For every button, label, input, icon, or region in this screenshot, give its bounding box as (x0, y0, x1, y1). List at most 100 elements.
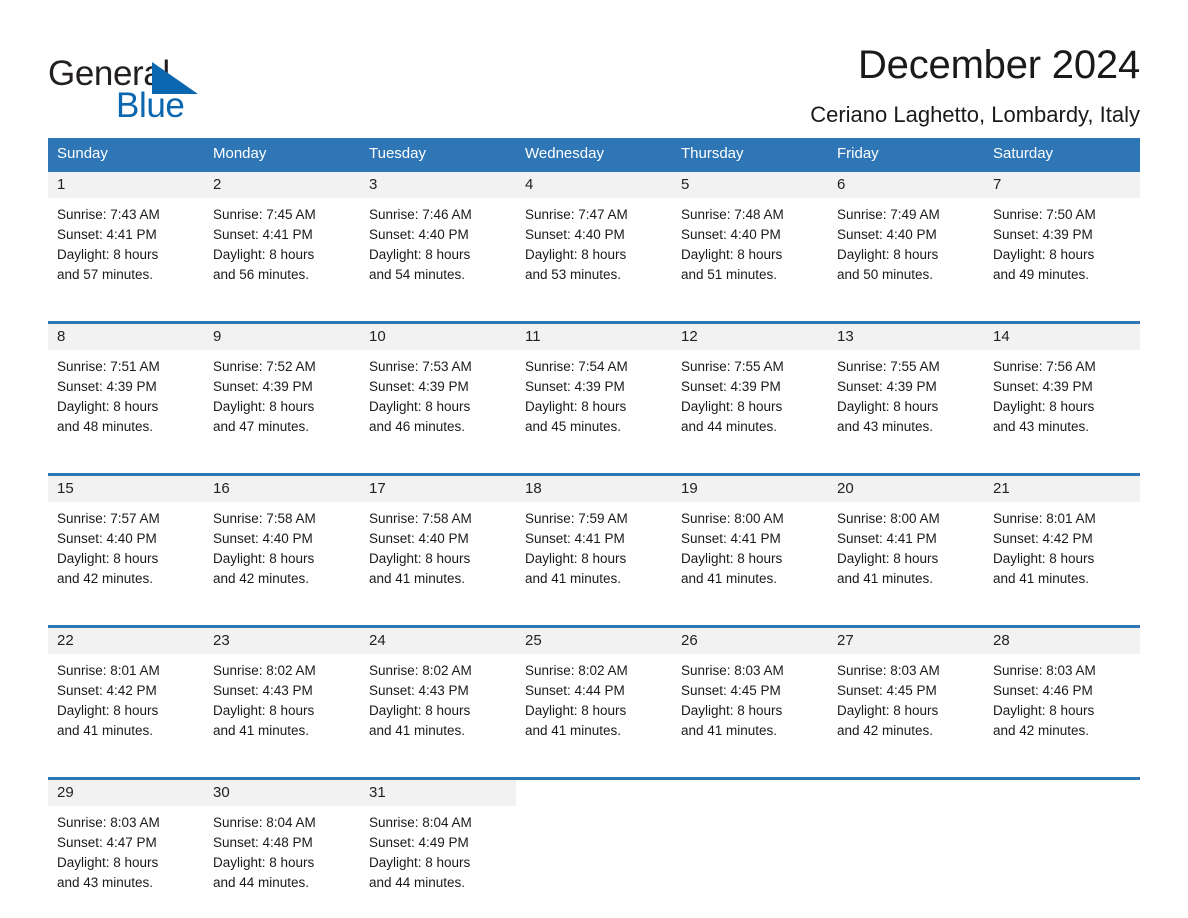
day-daylight2-text: and 41 minutes. (369, 571, 466, 586)
day-cell[interactable]: Sunrise: 7:48 AM Sunset: 4:40 PM Daylight:… (672, 198, 828, 307)
day-number[interactable]: 26 (672, 628, 828, 654)
day-number[interactable]: 22 (48, 628, 204, 654)
day-cell[interactable]: Sunrise: 8:03 AM Sunset: 4:47 PM Daylight:… (48, 806, 204, 915)
day-cell[interactable]: Sunrise: 7:43 AM Sunset: 4:41 PM Daylight:… (48, 198, 204, 307)
day-number[interactable]: 4 (516, 172, 672, 198)
day-daylight2-text: and 45 minutes. (525, 419, 622, 434)
day-number[interactable]: 1 (48, 172, 204, 198)
day-sunrise-text: Sunrise: 7:46 AM (369, 207, 472, 222)
day-daylight1-text: Daylight: 8 hours (525, 399, 627, 414)
day-sunset-text: Sunset: 4:40 PM (57, 531, 157, 546)
day-daylight2-text: and 42 minutes. (993, 723, 1090, 738)
logo-text-blue: Blue (116, 86, 185, 125)
day-number[interactable]: 25 (516, 628, 672, 654)
day-sunrise-text: Sunrise: 8:02 AM (525, 663, 628, 678)
day-sunset-text: Sunset: 4:46 PM (993, 683, 1093, 698)
day-sunrise-text: Sunrise: 8:04 AM (213, 815, 316, 830)
day-daylight1-text: Daylight: 8 hours (57, 703, 159, 718)
day-daylight1-text: Daylight: 8 hours (681, 551, 783, 566)
day-daylight2-text: and 41 minutes. (57, 723, 154, 738)
day-cell[interactable]: Sunrise: 7:53 AM Sunset: 4:39 PM Daylight:… (360, 350, 516, 459)
day-sunset-text: Sunset: 4:40 PM (525, 227, 625, 242)
day-cell[interactable]: Sunrise: 7:52 AM Sunset: 4:39 PM Daylight:… (204, 350, 360, 459)
day-daylight2-text: and 42 minutes. (837, 723, 934, 738)
day-number[interactable]: 28 (984, 628, 1140, 654)
day-number[interactable]: 17 (360, 476, 516, 502)
day-daylight1-text: Daylight: 8 hours (837, 247, 939, 262)
day-cell[interactable]: Sunrise: 7:58 AM Sunset: 4:40 PM Daylight:… (204, 502, 360, 611)
day-cell[interactable]: Sunrise: 8:01 AM Sunset: 4:42 PM Daylight:… (48, 654, 204, 763)
day-cell[interactable]: Sunrise: 8:02 AM Sunset: 4:44 PM Daylight:… (516, 654, 672, 763)
day-number[interactable]: 10 (360, 324, 516, 350)
day-sunset-text: Sunset: 4:40 PM (837, 227, 937, 242)
day-number[interactable]: 24 (360, 628, 516, 654)
day-number[interactable]: 12 (672, 324, 828, 350)
day-number[interactable]: 30 (204, 780, 360, 806)
day-number[interactable]: 19 (672, 476, 828, 502)
day-daylight2-text: and 57 minutes. (57, 267, 154, 282)
calendar-page: General Blue December 2024 Ceriano Laghe… (0, 0, 1188, 918)
day-sunset-text: Sunset: 4:45 PM (681, 683, 781, 698)
day-daylight1-text: Daylight: 8 hours (681, 703, 783, 718)
day-number[interactable]: 31 (360, 780, 516, 806)
day-cell[interactable]: Sunrise: 8:04 AM Sunset: 4:49 PM Daylight:… (360, 806, 516, 915)
dow-header-sunday: Sunday (57, 145, 108, 162)
day-sunset-text: Sunset: 4:43 PM (213, 683, 313, 698)
day-number[interactable]: 15 (48, 476, 204, 502)
day-cell[interactable]: Sunrise: 7:46 AM Sunset: 4:40 PM Daylight:… (360, 198, 516, 307)
day-number[interactable]: 20 (828, 476, 984, 502)
day-number-empty (984, 780, 1140, 806)
week-daynumber-row: 29 30 31 (48, 780, 1140, 806)
day-number[interactable]: 27 (828, 628, 984, 654)
day-cell[interactable]: Sunrise: 7:57 AM Sunset: 4:40 PM Daylight:… (48, 502, 204, 611)
day-number[interactable]: 23 (204, 628, 360, 654)
day-sunrise-text: Sunrise: 8:04 AM (369, 815, 472, 830)
day-cell[interactable]: Sunrise: 8:01 AM Sunset: 4:42 PM Daylight:… (984, 502, 1140, 611)
day-cell[interactable]: Sunrise: 8:02 AM Sunset: 4:43 PM Daylight:… (204, 654, 360, 763)
day-number[interactable]: 14 (984, 324, 1140, 350)
day-daylight2-text: and 41 minutes. (525, 571, 622, 586)
day-cell[interactable]: Sunrise: 7:55 AM Sunset: 4:39 PM Daylight:… (672, 350, 828, 459)
day-daylight1-text: Daylight: 8 hours (525, 703, 627, 718)
day-number[interactable]: 8 (48, 324, 204, 350)
day-cell[interactable]: Sunrise: 7:56 AM Sunset: 4:39 PM Daylight:… (984, 350, 1140, 459)
day-daylight2-text: and 44 minutes. (681, 419, 778, 434)
day-number[interactable]: 13 (828, 324, 984, 350)
week-daynumber-row: 22 23 24 25 26 27 28 (48, 628, 1140, 654)
day-cell[interactable]: Sunrise: 7:54 AM Sunset: 4:39 PM Daylight:… (516, 350, 672, 459)
day-daylight1-text: Daylight: 8 hours (57, 855, 159, 870)
day-cell[interactable]: Sunrise: 7:50 AM Sunset: 4:39 PM Daylight:… (984, 198, 1140, 307)
day-sunrise-text: Sunrise: 7:48 AM (681, 207, 784, 222)
day-cell[interactable]: Sunrise: 8:02 AM Sunset: 4:43 PM Daylight:… (360, 654, 516, 763)
day-number[interactable]: 29 (48, 780, 204, 806)
day-cell[interactable]: Sunrise: 8:00 AM Sunset: 4:41 PM Daylight:… (672, 502, 828, 611)
day-number[interactable]: 2 (204, 172, 360, 198)
day-cell[interactable]: Sunrise: 7:59 AM Sunset: 4:41 PM Daylight:… (516, 502, 672, 611)
day-daylight1-text: Daylight: 8 hours (681, 247, 783, 262)
day-cell[interactable]: Sunrise: 7:47 AM Sunset: 4:40 PM Daylight:… (516, 198, 672, 307)
day-cell[interactable]: Sunrise: 7:49 AM Sunset: 4:40 PM Daylight:… (828, 198, 984, 307)
week-detail-row: Sunrise: 7:51 AM Sunset: 4:39 PM Daylight:… (48, 350, 1140, 459)
day-daylight1-text: Daylight: 8 hours (993, 551, 1095, 566)
day-cell[interactable]: Sunrise: 8:03 AM Sunset: 4:45 PM Daylight:… (828, 654, 984, 763)
day-number[interactable]: 5 (672, 172, 828, 198)
week-daynumber-row: 15 16 17 18 19 20 21 (48, 476, 1140, 502)
day-cell[interactable]: Sunrise: 8:04 AM Sunset: 4:48 PM Daylight:… (204, 806, 360, 915)
day-number[interactable]: 9 (204, 324, 360, 350)
day-number[interactable]: 21 (984, 476, 1140, 502)
day-number[interactable]: 11 (516, 324, 672, 350)
day-number[interactable]: 6 (828, 172, 984, 198)
day-daylight1-text: Daylight: 8 hours (369, 247, 471, 262)
day-cell[interactable]: Sunrise: 7:51 AM Sunset: 4:39 PM Daylight:… (48, 350, 204, 459)
day-cell[interactable]: Sunrise: 7:58 AM Sunset: 4:40 PM Daylight:… (360, 502, 516, 611)
day-cell[interactable]: Sunrise: 8:03 AM Sunset: 4:45 PM Daylight:… (672, 654, 828, 763)
day-number[interactable]: 18 (516, 476, 672, 502)
day-cell[interactable]: Sunrise: 8:03 AM Sunset: 4:46 PM Daylight:… (984, 654, 1140, 763)
day-number[interactable]: 16 (204, 476, 360, 502)
day-number[interactable]: 3 (360, 172, 516, 198)
day-cell[interactable]: Sunrise: 7:45 AM Sunset: 4:41 PM Daylight:… (204, 198, 360, 307)
day-daylight2-text: and 44 minutes. (213, 875, 310, 890)
day-cell[interactable]: Sunrise: 7:55 AM Sunset: 4:39 PM Daylight:… (828, 350, 984, 459)
day-number[interactable]: 7 (984, 172, 1140, 198)
day-cell[interactable]: Sunrise: 8:00 AM Sunset: 4:41 PM Daylight:… (828, 502, 984, 611)
